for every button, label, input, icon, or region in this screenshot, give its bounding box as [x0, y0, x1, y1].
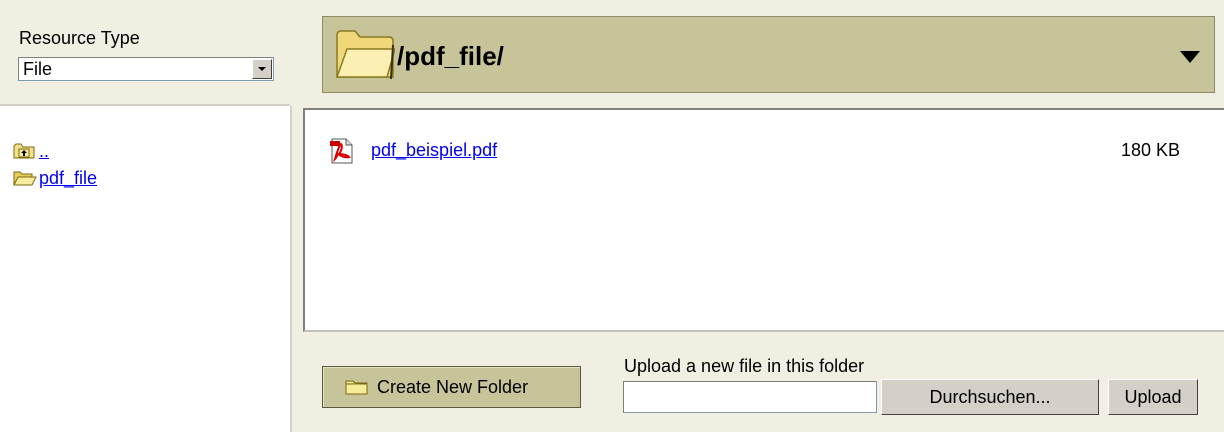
create-new-folder-label: Create New Folder [377, 376, 529, 397]
tree-item-parent[interactable]: .. [13, 140, 49, 162]
folder-open-icon [13, 169, 37, 187]
current-path-bar[interactable]: /pdf_file/ [322, 16, 1215, 93]
browse-button[interactable]: Durchsuchen... [881, 379, 1099, 415]
upload-file-input[interactable] [623, 381, 877, 413]
upload-label: Upload a new file in this folder [624, 356, 865, 376]
tree-item-label[interactable]: pdf_file [39, 168, 97, 189]
folder-icon [345, 378, 369, 396]
folder-tree: .. pdf_file [0, 106, 292, 432]
resource-type-value: File [23, 59, 53, 79]
resource-type-select[interactable]: File [18, 57, 274, 81]
chevron-down-icon[interactable] [252, 59, 272, 79]
tree-item-label[interactable]: .. [39, 141, 49, 162]
file-browser: Resource Type File .. pdf_file /pdf_file… [0, 0, 1224, 432]
dropdown-arrow-icon[interactable] [1180, 51, 1200, 63]
file-list: pdf_beispiel.pdf 180 KB [303, 108, 1224, 332]
create-new-folder-button[interactable]: Create New Folder [322, 366, 581, 408]
current-path-text: /pdf_file/ [397, 41, 504, 71]
file-size: 180 KB [1120, 140, 1180, 160]
pdf-icon [329, 138, 355, 164]
resource-type-panel: Resource Type File [0, 0, 290, 106]
file-row[interactable]: pdf_beispiel.pdf 180 KB [329, 138, 1194, 164]
file-name-link[interactable]: pdf_beispiel.pdf [371, 140, 497, 161]
folder-open-icon [333, 25, 396, 83]
tree-item-pdf-file[interactable]: pdf_file [13, 167, 97, 189]
resource-type-label: Resource Type [19, 28, 140, 48]
upload-button[interactable]: Upload [1108, 379, 1198, 415]
folder-up-icon [13, 142, 37, 160]
